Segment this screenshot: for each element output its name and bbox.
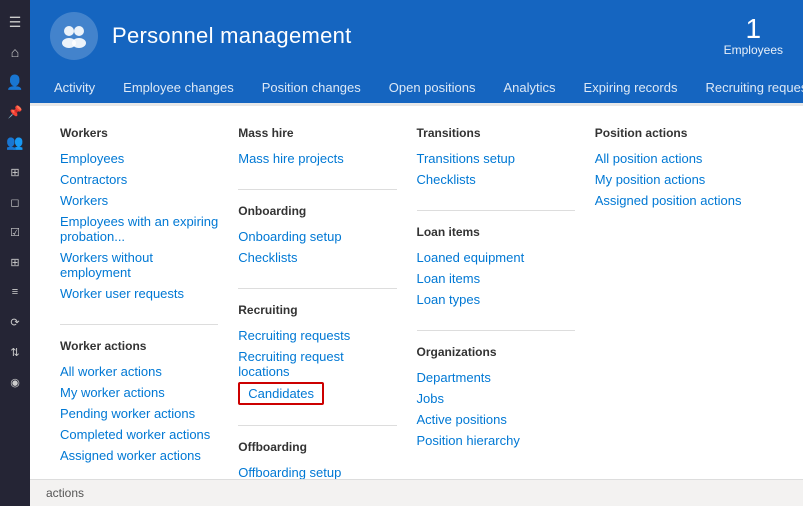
link-workers[interactable]: Workers [60,190,218,211]
link-active-positions[interactable]: Active positions [417,409,575,430]
header-stat: 1 Employees [724,15,783,57]
link-loan-types[interactable]: Loan types [417,289,575,310]
link-all-position-actions[interactable]: All position actions [595,148,753,169]
divider-5 [417,210,575,211]
link-assigned-worker-actions[interactable]: Assigned worker actions [60,445,218,466]
loan-items-title: Loan items [417,225,575,239]
divider-1 [60,324,218,325]
link-position-hierarchy[interactable]: Position hierarchy [417,430,575,451]
link-departments[interactable]: Departments [417,367,575,388]
onboarding-title: Onboarding [238,204,396,218]
section-worker-actions: Worker actions All worker actions My wor… [60,339,218,466]
link-contractors[interactable]: Contractors [60,169,218,190]
section-workers: Workers Employees Contractors Workers Em… [60,126,218,304]
col-position-actions: Position actions All position actions My… [595,126,773,459]
stat-label: Employees [724,43,783,57]
link-loaned-equipment[interactable]: Loaned equipment [417,247,575,268]
link-transitions-setup[interactable]: Transitions setup [417,148,575,169]
organizations-title: Organizations [417,345,575,359]
link-my-position-actions[interactable]: My position actions [595,169,753,190]
divider-6 [417,330,575,331]
mass-hire-title: Mass hire [238,126,396,140]
tab-open-positions[interactable]: Open positions [375,72,490,106]
person-icon[interactable]: 👤 [1,68,29,96]
worker-actions-title: Worker actions [60,339,218,353]
offboarding-title: Offboarding [238,440,396,454]
bottom-bar: actions [30,479,803,506]
transfer-icon[interactable]: ⇅ [1,338,29,366]
link-onboarding-checklists[interactable]: Checklists [238,247,396,268]
menu-icon[interactable]: ☰ [1,8,29,36]
link-transitions-checklists[interactable]: Checklists [417,169,575,190]
link-mass-hire-projects[interactable]: Mass hire projects [238,148,396,169]
col-transitions: Transitions Transitions setup Checklists… [417,126,595,459]
link-pending-worker-actions[interactable]: Pending worker actions [60,403,218,424]
tab-activity[interactable]: Activity [40,72,109,106]
tab-position-changes[interactable]: Position changes [248,72,375,106]
apps-icon[interactable]: ⊞ [1,248,29,276]
divider-4 [238,425,396,426]
link-onboarding-setup[interactable]: Onboarding setup [238,226,396,247]
users-icon[interactable]: 👥 [1,128,29,156]
list-icon[interactable]: ≡ [1,278,29,306]
tab-expiring-records[interactable]: Expiring records [570,72,692,106]
home-icon[interactable]: ⌂ [1,38,29,66]
section-offboarding: Offboarding Offboarding setup Checklists [238,440,396,479]
refresh-icon[interactable]: ⟳ [1,308,29,336]
check-icon[interactable]: ☑ [1,218,29,246]
section-loan-items: Loan items Loaned equipment Loan items L… [417,225,575,310]
link-all-worker-actions[interactable]: All worker actions [60,361,218,382]
link-my-worker-actions[interactable]: My worker actions [60,382,218,403]
transitions-title: Transitions [417,126,575,140]
grid-icon[interactable]: ⊞ [1,158,29,186]
section-position-actions: Position actions All position actions My… [595,126,753,211]
links-dropdown: Workers Employees Contractors Workers Em… [30,106,803,479]
link-workers-without-employment[interactable]: Workers without employment [60,247,218,283]
link-worker-user-requests[interactable]: Worker user requests [60,283,218,304]
link-candidates[interactable]: Candidates [238,382,324,405]
recruiting-title: Recruiting [238,303,396,317]
stat-number: 1 [724,15,783,43]
app-icon [50,12,98,60]
actions-label: actions [46,486,84,500]
link-assigned-position-actions[interactable]: Assigned position actions [595,190,753,211]
section-mass-hire: Mass hire Mass hire projects [238,126,396,169]
section-onboarding: Onboarding Onboarding setup Checklists [238,204,396,268]
nav-rail: ☰ ⌂ 👤 📌 👥 ⊞ ◻ ☑ ⊞ ≡ ⟳ ⇅ ◉ [0,0,30,506]
section-transitions: Transitions Transitions setup Checklists [417,126,575,190]
link-offboarding-setup[interactable]: Offboarding setup [238,462,396,479]
divider-3 [238,288,396,289]
workers-title: Workers [60,126,218,140]
app-title: Personnel management [112,23,352,49]
app-header: Personnel management 1 Employees [30,0,803,72]
link-recruiting-request-locations[interactable]: Recruiting request locations [238,346,396,382]
box-icon[interactable]: ◻ [1,188,29,216]
link-recruiting-requests[interactable]: Recruiting requests [238,325,396,346]
section-recruiting: Recruiting Recruiting requests Recruitin… [238,303,396,405]
nav-tabs: Activity Employee changes Position chang… [30,72,803,106]
link-employees[interactable]: Employees [60,148,218,169]
section-organizations: Organizations Departments Jobs Active po… [417,345,575,451]
divider-2 [238,189,396,190]
main-area: Personnel management 1 Employees Activit… [30,0,803,506]
col-hiring: Mass hire Mass hire projects Onboarding … [238,126,416,459]
link-completed-worker-actions[interactable]: Completed worker actions [60,424,218,445]
link-loan-items[interactable]: Loan items [417,268,575,289]
tab-analytics[interactable]: Analytics [490,72,570,106]
pin-icon[interactable]: 📌 [1,98,29,126]
col-workers: Workers Employees Contractors Workers Em… [60,126,238,459]
position-actions-title: Position actions [595,126,753,140]
dropdown-columns: Workers Employees Contractors Workers Em… [60,126,773,459]
circle-icon[interactable]: ◉ [1,368,29,396]
link-jobs[interactable]: Jobs [417,388,575,409]
link-employees-expiring[interactable]: Employees with an expiring probation... [60,211,218,247]
tab-recruiting-requests[interactable]: Recruiting requests [691,72,803,106]
tab-employee-changes[interactable]: Employee changes [109,72,248,106]
